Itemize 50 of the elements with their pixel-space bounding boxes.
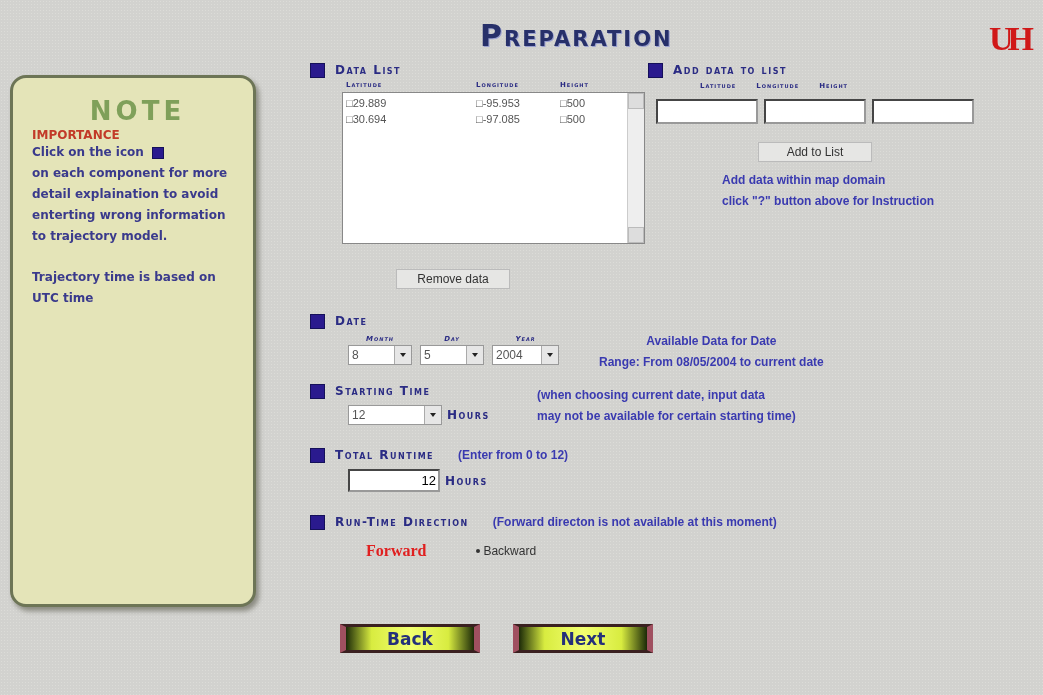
- list-cell-text: □-97.085: [476, 112, 521, 127]
- list-cell-text: □29.889: [346, 96, 388, 111]
- info-button-icon[interactable]: [310, 383, 325, 399]
- note-text: Trajectory time is based on UTC time: [32, 269, 217, 307]
- nav-button[interactable]: Back: [340, 624, 480, 653]
- info-button-icon[interactable]: [310, 62, 325, 78]
- input-field[interactable]: [872, 99, 974, 124]
- section-title: Starting Time: [335, 384, 431, 398]
- note-text: on each component for more detail explaination to avoid enterting wrong information to trajectory model.: [32, 165, 229, 245]
- note-heading: NOTE: [88, 96, 187, 126]
- section-title: Data List: [335, 63, 402, 77]
- date-info-text: Available Data for Date: [645, 333, 778, 350]
- dropdown[interactable]: 5: [420, 345, 484, 365]
- date-info-text: Range: From 08/05/2004 to current date: [599, 354, 824, 371]
- info-button-icon[interactable]: [310, 313, 325, 329]
- unit-label: Hours: [445, 473, 488, 488]
- note-text: Click on the icon: [32, 144, 144, 161]
- hint-text: (Enter from 0 to 12): [458, 446, 569, 464]
- note-text: may not be available for certain starting time): [537, 408, 796, 425]
- remove-data-button[interactable]: Remove data: [396, 269, 510, 289]
- list-cell-text: □30.694: [346, 112, 388, 127]
- info-button-icon[interactable]: [310, 514, 325, 530]
- nav-button[interactable]: Next: [513, 624, 653, 653]
- dropdown[interactable]: 8: [348, 345, 412, 365]
- add-to-list-button[interactable]: Add to List: [758, 142, 872, 162]
- page-title: Preparation: [480, 18, 673, 53]
- input-field[interactable]: 12: [348, 469, 440, 492]
- input-field[interactable]: [764, 99, 866, 124]
- note-text: (when choosing current date, input data: [537, 387, 766, 404]
- info-button-icon[interactable]: [310, 447, 325, 463]
- section-title: Run-Time Direction: [335, 515, 469, 529]
- section-title: Add data to list: [673, 63, 787, 77]
- list-cell-text: □500: [560, 96, 585, 111]
- info-button-icon: [151, 146, 164, 159]
- section-title: Total Runtime: [335, 448, 435, 462]
- input-field[interactable]: [656, 99, 758, 124]
- logo: UH: [989, 20, 1028, 58]
- list-cell-text: □500: [560, 112, 585, 127]
- data-listbox[interactable]: □29.889 □-95.953 □500 □30.694 □-97.085 □500: [342, 92, 645, 244]
- dropdown[interactable]: 2004: [492, 345, 559, 365]
- note-text: (Forward directon is not available at this moment): [492, 513, 777, 531]
- dropdown[interactable]: 12: [348, 405, 442, 425]
- info-button-icon[interactable]: [648, 62, 663, 78]
- importance-label: IMPORTANCE: [32, 128, 121, 142]
- unit-label: Hours: [447, 408, 490, 422]
- help-text: Add data within map domain: [722, 172, 887, 189]
- radio-option[interactable]: Backward: [476, 544, 537, 558]
- help-text: click "?" button above for Instruction: [722, 193, 936, 210]
- section-title: Date: [335, 314, 368, 328]
- list-cell-text: □-95.953: [476, 96, 521, 111]
